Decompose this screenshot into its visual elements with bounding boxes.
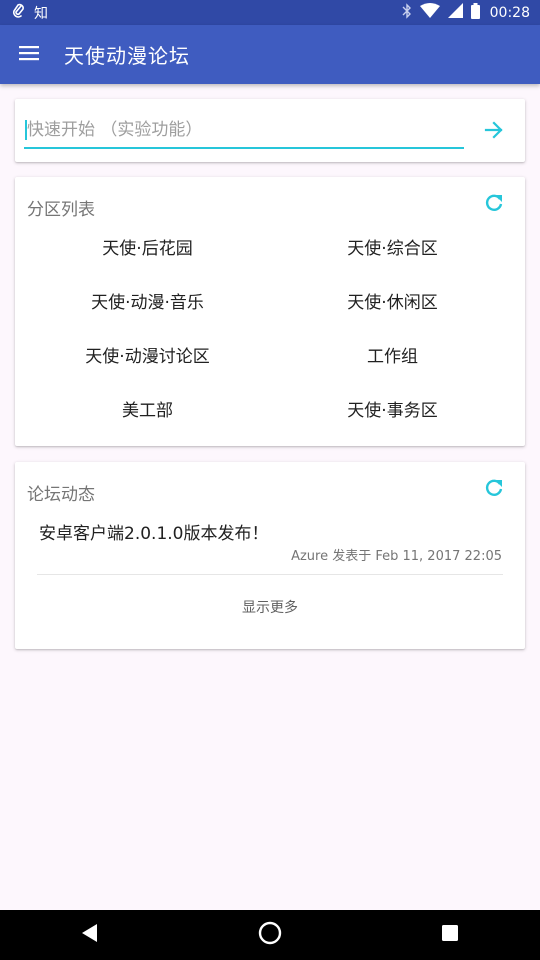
news-refresh-button[interactable] [483,477,505,499]
news-item-meta: Azure 发表于 Feb 11, 2017 22:05 [291,549,502,564]
bluetooth-icon [402,2,412,23]
menu-button[interactable] [0,25,58,84]
refresh-icon [483,194,505,218]
recents-icon [441,924,459,946]
battery-icon [470,2,480,23]
back-icon [81,923,99,947]
section-item[interactable]: 天使·休闲区 [270,273,515,327]
status-bar: 知 00:28 [0,0,540,25]
clock: 00:28 [489,4,530,21]
app-title: 天使动漫论坛 [64,44,190,68]
section-item[interactable]: 天使·后花园 [25,219,270,273]
news-header: 论坛动态 [27,485,95,505]
notification-app-label: 知 [34,5,48,22]
quick-start-submit-button[interactable] [483,119,505,141]
section-item[interactable]: 天使·综合区 [270,219,515,273]
section-item[interactable]: 美工部 [25,381,270,435]
news-item-title[interactable]: 安卓客户端2.0.1.0版本发布！ [39,519,268,544]
quick-start-card [15,99,525,162]
wifi-icon [419,3,440,22]
sections-card: 分区列表 天使·后花园 天使·综合区 天使·动漫·音乐 天使·休闲区 天使·动漫… [15,177,525,446]
system-nav-bar [0,910,540,960]
section-item[interactable]: 天使·动漫讨论区 [25,327,270,381]
home-button[interactable] [250,915,290,955]
show-more-button[interactable]: 显示更多 [15,588,525,626]
section-item[interactable]: 工作组 [270,327,515,381]
forum-news-card: 论坛动态 安卓客户端2.0.1.0版本发布！ Azure 发表于 Feb 11,… [15,462,525,649]
arrow-right-icon [483,121,505,145]
app-bar: 天使动漫论坛 [0,25,540,84]
quick-start-input[interactable] [27,113,461,147]
back-button[interactable] [70,915,110,955]
section-item[interactable]: 天使·动漫·音乐 [25,273,270,327]
status-bar-right: 00:28 [402,2,530,23]
sections-refresh-button[interactable] [483,192,505,214]
divider [37,574,503,575]
status-bar-left: 知 [12,3,48,23]
sections-header: 分区列表 [27,200,95,220]
refresh-icon [483,479,505,503]
section-item[interactable]: 天使·事务区 [270,381,515,435]
hamburger-menu-icon [19,45,39,65]
recents-button[interactable] [430,915,470,955]
clip-icon [12,3,26,23]
home-icon [258,921,282,949]
signal-icon [447,3,463,22]
quick-start-field [24,113,464,149]
